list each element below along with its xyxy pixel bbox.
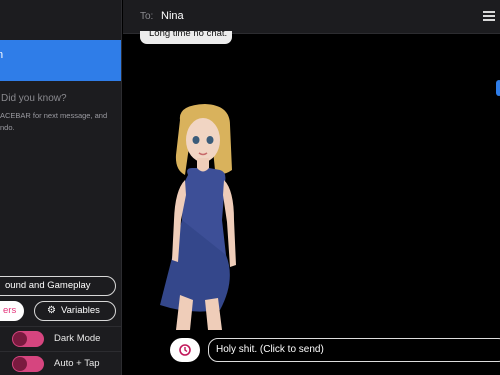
users-button[interactable]: ers	[0, 301, 24, 321]
message-input[interactable]: Holy shit. (Click to send)	[208, 338, 500, 362]
dark-mode-toggle[interactable]	[12, 331, 44, 347]
tip-text: ACEBAR for next message, and ndo.	[0, 110, 118, 134]
toggle-knob	[13, 332, 27, 346]
scroll-indicator	[496, 80, 500, 96]
menu-list-icon[interactable]	[483, 11, 495, 22]
history-icon	[179, 344, 191, 356]
sidebar-active-item[interactable]: n	[0, 40, 121, 81]
sound-and-gameplay-button[interactable]: ound and Gameplay	[0, 276, 116, 296]
sidebar-top-area	[0, 0, 121, 40]
history-button[interactable]	[170, 338, 200, 362]
recipient-name: Nina	[161, 10, 184, 22]
toggle-knob	[13, 357, 27, 371]
to-label: To:	[140, 11, 154, 22]
gear-icon: ⚙	[47, 305, 56, 316]
dark-mode-label: Dark Mode	[54, 333, 101, 344]
variables-button-label: Variables	[61, 305, 100, 316]
message-bubble: Long time no chat.	[140, 31, 232, 44]
did-you-know-heading: Did you know?	[1, 93, 67, 104]
app: n Did you know? ACEBAR for next message,…	[0, 0, 500, 375]
auto-tap-toggle[interactable]	[12, 356, 44, 372]
auto-tap-row: Auto + Tap	[0, 351, 121, 375]
active-item-label: n	[0, 49, 3, 61]
tip-line-1: ACEBAR for next message, and	[0, 111, 108, 120]
character-avatar-image	[160, 104, 236, 330]
dark-mode-row: Dark Mode	[0, 326, 121, 350]
chat-header: To: Nina	[123, 0, 500, 34]
auto-tap-label: Auto + Tap	[54, 358, 100, 369]
variables-button[interactable]: ⚙ Variables	[34, 301, 116, 321]
sidebar: n Did you know? ACEBAR for next message,…	[0, 0, 122, 375]
tip-line-2: ndo.	[0, 123, 15, 132]
